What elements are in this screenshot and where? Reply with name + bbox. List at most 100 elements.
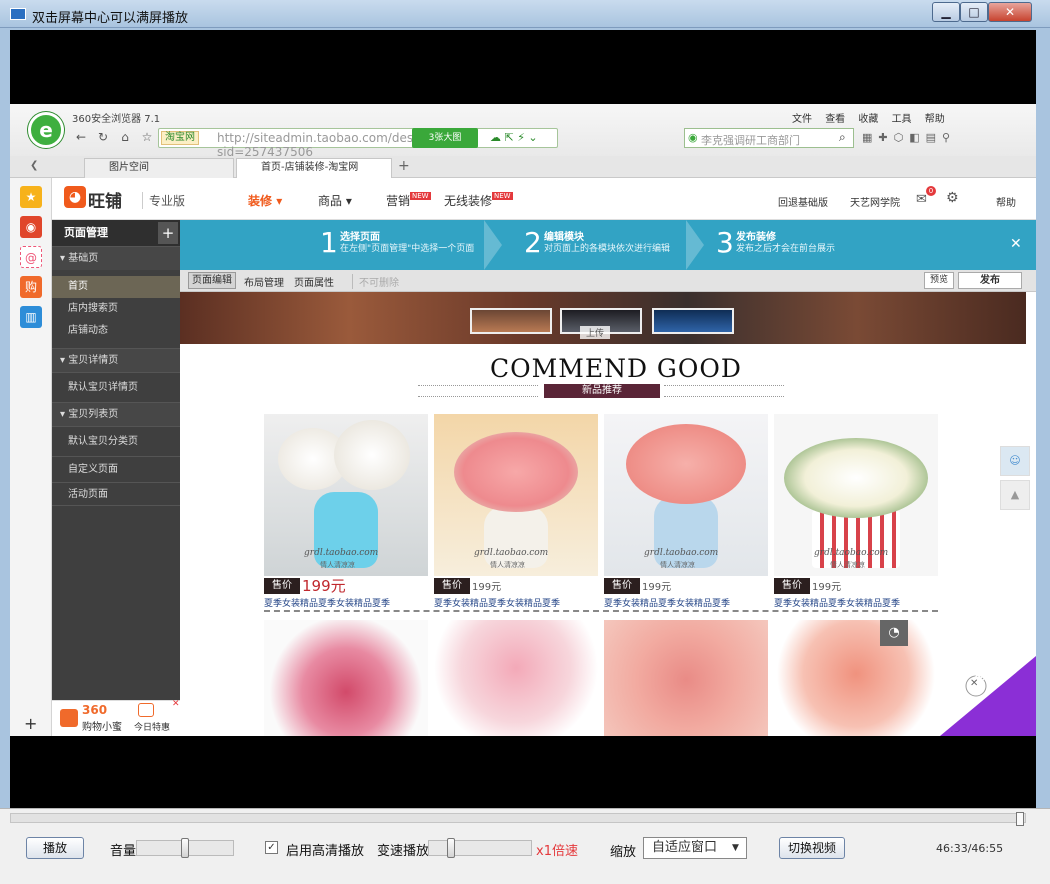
product-name[interactable]: 夏季女装精品夏季女装精品夏季 [774,596,938,609]
product-card[interactable]: grdl.taobao.com 情人清凉凉 售价 199元 夏季女装精品夏季女装精品… [774,414,938,609]
watermark: grdl.taobao.com [644,548,719,558]
back-icon[interactable]: ← [72,128,90,146]
speed-slider[interactable] [428,838,532,858]
menu-view[interactable]: 查看 [825,114,845,125]
tab-store-decorate[interactable]: 首页-店铺装修-淘宝网 [236,158,392,178]
time-display: 46:33/46:55 [936,842,1004,855]
product-card[interactable]: grdl.taobao.com 情人清凉凉 售价 199元 夏季女装精品夏季女装精品… [604,414,768,609]
group-list[interactable]: ▾ 宝贝列表页 [52,402,180,426]
shopping-sidebar-icon[interactable]: 购 [20,276,42,298]
weibo-sidebar-icon[interactable]: ◉ [20,216,42,238]
tab-image-space[interactable]: 图片空间 [84,158,234,178]
tab-layout[interactable]: 布局管理 [244,274,284,289]
menu-tools[interactable]: 工具 [892,114,912,125]
zoom-select[interactable]: 自适应窗口 ▼ [643,837,747,859]
product-card[interactable]: grdl.taobao.com 情人清凉凉 售价 199元 夏季女装精品夏季女装精品… [264,414,428,609]
banner-thumb[interactable] [470,308,552,334]
nav-decorate[interactable]: 装修 ▾ [248,192,282,209]
menu-favorites[interactable]: 收藏 [858,114,878,125]
search-icon[interactable]: ⌕ [839,130,846,145]
nav-marketing[interactable]: 营销 NEW [386,192,431,209]
widget-name: 购物小蜜 [82,722,122,733]
page-item-default-list[interactable]: 默认宝贝分类页 [52,426,180,456]
help-link[interactable]: 帮助 [996,194,1016,209]
progress-bar[interactable] [10,812,1026,826]
add-sidebar-icon[interactable]: + [24,714,37,733]
product-card[interactable]: grdl.taobao.com 情人清凉凉 售价 199元 夏季女装精品夏季女装精品… [434,414,598,609]
ribbon-close-icon[interactable]: ✕ [970,678,978,689]
academy-link[interactable]: 天艺网学院 [850,194,900,209]
module-edit-icon[interactable]: ◔ [880,620,908,646]
mail-icon[interactable]: ✉ [916,192,927,207]
speed-thumb[interactable] [447,838,455,858]
minimize-button[interactable]: ▁ [932,2,960,22]
nav-wireless[interactable]: 无线装修 NEW [444,192,513,209]
new-tab-icon[interactable]: + [398,158,410,174]
nav-goods[interactable]: 商品 ▾ [318,192,352,209]
product-image[interactable] [264,620,428,736]
banner-thumb[interactable] [652,308,734,334]
product-image[interactable] [604,620,768,736]
product-image: grdl.taobao.com 情人清凉凉 [434,414,598,576]
steps-guide-bar: 1 选择页面 在左侧"页面管理"中选择一个页面 2 编辑模块 对页面上的各模块依… [180,220,1036,270]
hd-checkbox[interactable]: ✓ [265,841,278,854]
home-icon[interactable]: ⌂ [116,128,134,146]
price-row: 售价 199元 [434,578,598,594]
publish-button[interactable]: 发布 [958,272,1022,289]
maximize-button[interactable]: □ [960,2,988,22]
widget-close-icon[interactable]: ✕ [172,699,180,709]
add-page-button[interactable]: + [158,222,178,244]
price-tag: 售价 [774,578,810,594]
product-image[interactable] [434,620,598,736]
menu-help[interactable]: 帮助 [925,114,945,125]
product-image: grdl.taobao.com 情人清凉凉 [604,414,768,576]
chat-float-icon[interactable]: ☺ [1000,446,1030,476]
extension-icons[interactable]: ▦✚⬡◧▤⚲ [862,131,956,144]
product-image[interactable] [774,620,938,736]
mail-sidebar-icon[interactable]: @ [20,246,42,268]
page-item-dynamic[interactable]: 店铺动态 [52,320,180,342]
page-item-default-detail[interactable]: 默认宝贝详情页 [52,372,180,402]
group-basic[interactable]: ▾ 基础页 [52,246,180,270]
product-name[interactable]: 夏季女装精品夏季女装精品夏季 [434,596,598,609]
image-mode-button[interactable]: 3张大图 [412,128,478,148]
tab-scroll-left-icon[interactable]: ❮ [30,160,38,171]
close-guide-icon[interactable]: ✕ [1010,236,1022,252]
nav-decorate-label: 装修 [248,194,273,208]
star-icon[interactable]: ☆ [138,128,156,146]
volume-thumb[interactable] [181,838,189,858]
tab-page-edit[interactable]: 页面编辑 [188,272,236,289]
play-button[interactable]: 播放 [26,837,84,859]
group-detail[interactable]: ▾ 宝贝详情页 [52,348,180,372]
product-name[interactable]: 夏季女装精品夏季女装精品夏季 [264,596,428,609]
address-tools-icon[interactable]: ☁ ⇱ ⚡ ⌄ [490,131,670,145]
search-input[interactable]: ◉ 李克强调研工商部门 ⌕ [684,128,854,148]
page-item-home[interactable]: 首页 [52,276,180,298]
page-item-activity[interactable]: 活动页面 [52,482,180,506]
gift-icon [138,703,154,717]
banner-upload-label[interactable]: 上传 [580,326,611,339]
widget-today[interactable]: 今日特惠 [134,720,170,733]
product-name[interactable]: 夏季女装精品夏季女装精品夏季 [604,596,768,609]
favorites-sidebar-icon[interactable]: ★ [20,186,42,208]
page-item-custom[interactable]: 自定义页面 [52,456,180,482]
page-item-search[interactable]: 店内搜索页 [52,298,180,320]
refresh-icon[interactable]: ↻ [94,128,112,146]
shopping-helper-widget[interactable]: 360 购物小蜜 今日特惠 ✕ [52,699,180,736]
menu-file[interactable]: 文件 [792,114,812,125]
watermark-sub: 情人清凉凉 [830,561,865,569]
player-app-icon [10,8,26,20]
back-to-top-icon[interactable]: ▲ [1000,480,1030,510]
switch-video-button[interactable]: 切换视频 [779,837,845,859]
preview-button[interactable]: 预览 [924,272,954,289]
tab-page-props[interactable]: 页面属性 [294,274,334,289]
close-button[interactable]: ✕ [988,2,1032,22]
progress-thumb[interactable] [1016,812,1024,826]
settings-gear-icon[interactable]: ⚙ [946,190,959,206]
volume-slider[interactable] [136,838,234,858]
back-to-basic-link[interactable]: 回退基础版 [778,194,828,209]
nav-marketing-label: 营销 [386,194,411,208]
browser-toolbar: e 360安全浏览器 7.1 ← ↻ ⌂ ☆ 淘宝网 http://sitead… [10,104,1036,159]
reader-sidebar-icon[interactable]: ▥ [20,306,42,328]
product-image: grdl.taobao.com 情人清凉凉 [264,414,428,576]
